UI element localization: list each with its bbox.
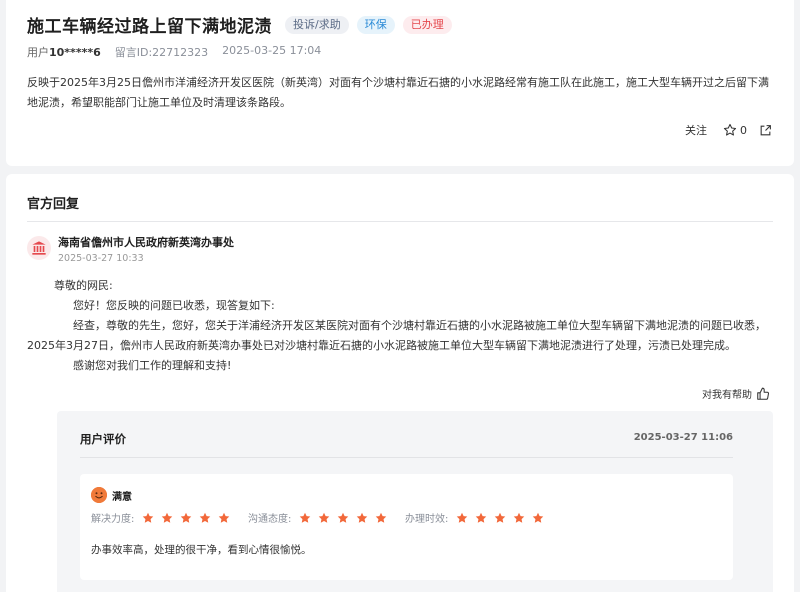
satisfaction-label: 满意 [112,491,132,503]
star-count: 0 [740,123,747,137]
rating-star-icon [181,512,192,523]
section-title: 官方回复 [27,197,80,212]
reply-paragraph: 经查，尊敬的先生，您好，您关于洋浦经济开发区某医院对面有个沙塘村靠近石搪的小水泥… [27,319,766,352]
rating-star-icon [219,512,230,523]
user-evaluation-panel: 用户评价 2025-03-27 11:06 满意 解决力度: 沟通态度: 办理时… [57,411,773,592]
star-outline-icon [723,123,737,136]
reply-greeting: 尊敬的网民: [54,279,113,292]
rating-resolution: 解决力度: [91,510,248,525]
thumbs-up-icon [757,387,770,400]
post-user: 用户10*****6 [27,44,101,60]
evaluation-divider [80,457,733,458]
rating-star-icon [376,512,387,523]
rating-star-icon [200,512,211,523]
rating-label: 办理时效: [405,514,449,525]
tag-category[interactable]: 投诉/求助 [285,15,349,34]
post-body: 反映于2025年3月25日儋州市洋浦经济开发区医院（新英湾）对面有个沙塘村靠近石… [27,76,769,109]
rating-star-icon [338,512,349,523]
post-time: 2025-03-25 17:04 [222,44,322,57]
helpful-button[interactable]: 对我有帮助 [702,386,770,401]
evaluation-card: 满意 解决力度: 沟通态度: 办理时效: 办事效率高，处理的很干净，看到心情很愉… [80,474,733,580]
rating-star-icon [300,512,311,523]
rating-label: 解决力度: [91,514,135,525]
rating-label: 沟通态度: [248,514,292,525]
user-prefix: 用户 [27,46,49,59]
section-divider [27,221,773,222]
post-meta: 用户10*****6 留言ID:22712323 2025-03-25 17:0… [27,44,321,60]
rating-star-icon [533,512,544,523]
smiley-face-icon [91,487,107,503]
star-button[interactable]: 0 [723,123,747,137]
evaluation-time: 2025-03-27 11:06 [633,432,733,443]
rating-communication: 沟通态度: [248,510,405,525]
rating-star-icon [476,512,487,523]
evaluation-comment: 办事效率高，处理的很干净，看到心情很愉悦。 [91,544,312,556]
ratings-row: 解决力度: 沟通态度: 办理时效: [91,510,544,525]
post-actions: 关注 0 [685,122,772,138]
rating-stars [299,512,387,524]
rating-stars [456,512,544,524]
satisfaction-row: 满意 [91,487,132,503]
tag-status: 已办理 [402,15,452,34]
government-building-icon [32,241,46,255]
rating-timeliness: 办理时效: [405,510,544,525]
reply-paragraph: 您好！您反映的问题已收悉，现答复如下: [73,299,275,312]
reply-body: 尊敬的网民: 您好！您反映的问题已收悉，现答复如下: 经查，尊敬的先生，您好，您… [27,276,777,376]
official-reply-card: 官方回复 海南省儋州市人民政府新英湾办事处 2025-03-27 10:33 尊… [6,174,794,592]
rating-star-icon [143,512,154,523]
org-row: 海南省儋州市人民政府新英湾办事处 2025-03-27 10:33 [27,236,234,264]
share-icon[interactable] [759,124,772,137]
message-id: 留言ID:22712323 [114,46,209,59]
evaluation-title: 用户评价 [80,432,126,446]
rating-stars [142,512,230,524]
user-id: 10*****6 [49,46,101,59]
reply-time: 2025-03-27 10:33 [58,253,144,264]
tag-topic[interactable]: 环保 [356,15,395,34]
follow-button[interactable]: 关注 [685,122,707,138]
post-title: 施工车辆经过路上留下满地泥渍 [27,17,272,37]
org-name[interactable]: 海南省儋州市人民政府新英湾办事处 [58,236,234,250]
post-title-row: 施工车辆经过路上留下满地泥渍 投诉/求助 环保 已办理 [27,12,452,37]
rating-star-icon [357,512,368,523]
org-avatar [27,236,51,260]
reply-paragraph: 感谢您对我们工作的理解和支持! [73,359,232,372]
rating-star-icon [319,512,330,523]
org-info: 海南省儋州市人民政府新英湾办事处 2025-03-27 10:33 [58,236,234,264]
rating-star-icon [514,512,525,523]
post-card: 施工车辆经过路上留下满地泥渍 投诉/求助 环保 已办理 用户10*****6 留… [6,0,794,166]
helpful-label: 对我有帮助 [702,390,752,401]
rating-star-icon [495,512,506,523]
rating-star-icon [457,512,468,523]
rating-star-icon [162,512,173,523]
